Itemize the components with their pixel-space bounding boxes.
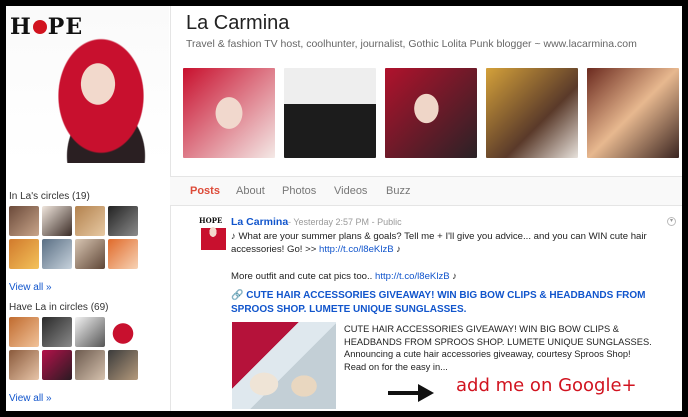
- circle-avatar[interactable]: [9, 317, 39, 347]
- circle-avatar[interactable]: [9, 350, 39, 380]
- post-author-link[interactable]: La Carmina: [231, 216, 288, 228]
- shared-link-title-text: CUTE HAIR ACCESSORIES GIVEAWAY! WIN BIG …: [231, 290, 646, 315]
- have-in-circles-label: Have La in circles (69): [9, 302, 109, 313]
- red-dot-icon: [32, 20, 47, 34]
- circle-avatar[interactable]: [42, 239, 72, 269]
- chevron-down-icon[interactable]: ▾: [667, 217, 676, 226]
- post-line-1: ♪ What are your summer plans & goals? Te…: [231, 230, 676, 256]
- circle-avatar[interactable]: [108, 350, 138, 380]
- circle-avatar[interactable]: [42, 206, 72, 236]
- post-line-2: More outfit and cute cat pics too.. http…: [231, 270, 676, 283]
- circle-avatar[interactable]: [75, 206, 105, 236]
- link-globe-icon: 🔗: [231, 290, 247, 301]
- post-line-2-suffix: ♪: [449, 271, 458, 282]
- strip-photo[interactable]: [183, 68, 275, 158]
- strip-photo[interactable]: [385, 68, 477, 158]
- post-line-2-text: More outfit and cute cat pics too..: [231, 271, 375, 282]
- have-in-circles-grid: [9, 317, 138, 380]
- photo-strip: [183, 68, 679, 158]
- circle-avatar[interactable]: [42, 350, 72, 380]
- strip-photo[interactable]: [284, 68, 376, 158]
- profile-name: La Carmina: [186, 12, 290, 34]
- post-link-1[interactable]: http://t.co/l8eKlzB: [319, 244, 394, 255]
- strip-photo[interactable]: [587, 68, 679, 158]
- profile-photo[interactable]: H PE: [6, 6, 169, 163]
- tab-buzz[interactable]: Buzz: [386, 185, 410, 197]
- meta-separator: -: [288, 217, 291, 227]
- profile-tabs: Posts About Photos Videos Buzz: [170, 176, 682, 206]
- meta-separator: -: [371, 217, 375, 227]
- post-link-2[interactable]: http://t.co/l8eKlzB: [375, 271, 450, 282]
- circle-avatar[interactable]: [42, 317, 72, 347]
- post-line-1-suffix: ♪: [393, 244, 402, 255]
- post-timestamp[interactable]: Yesterday 2:57 PM: [293, 217, 369, 227]
- profile-page: H PE In La's circles (19) View all » Have…: [6, 6, 682, 411]
- shared-link-description: CUTE HAIR ACCESSORIES GIVEAWAY! WIN BIG …: [344, 324, 652, 372]
- shared-link-thumbnail[interactable]: [232, 322, 336, 409]
- right-arrow-icon: [388, 384, 434, 402]
- in-circles-label: In La's circles (19): [9, 191, 90, 202]
- post-meta: - Yesterday 2:57 PM - Public: [288, 217, 402, 227]
- post-line-1-text: ♪ What are your summer plans & goals? Te…: [231, 231, 647, 255]
- circle-avatar[interactable]: [9, 206, 39, 236]
- view-all-in-circles-link[interactable]: View all »: [9, 282, 52, 293]
- circle-avatar[interactable]: [108, 317, 138, 347]
- circle-avatar[interactable]: [108, 206, 138, 236]
- circle-avatar[interactable]: [108, 239, 138, 269]
- tab-photos[interactable]: Photos: [282, 185, 316, 197]
- promo-text: add me on Google+: [456, 375, 637, 396]
- view-all-have-in-circles-link[interactable]: View all »: [9, 393, 52, 404]
- hope-logo: H PE: [10, 14, 84, 40]
- tab-videos[interactable]: Videos: [334, 185, 367, 197]
- tab-posts[interactable]: Posts: [190, 185, 220, 197]
- circle-avatar[interactable]: [75, 239, 105, 269]
- column-divider: [170, 6, 171, 411]
- profile-tagline: Travel & fashion TV host, coolhunter, jo…: [186, 38, 637, 50]
- shared-link-title[interactable]: 🔗 CUTE HAIR ACCESSORIES GIVEAWAY! WIN BI…: [231, 289, 661, 317]
- circle-avatar[interactable]: [75, 317, 105, 347]
- post-visibility[interactable]: Public: [377, 217, 402, 227]
- avatar-hope-logo: HOPE: [199, 216, 223, 225]
- in-circles-grid: [9, 206, 138, 269]
- tab-about[interactable]: About: [236, 185, 265, 197]
- left-column: H PE In La's circles (19) View all » Have…: [6, 6, 169, 411]
- strip-photo[interactable]: [486, 68, 578, 158]
- circle-avatar[interactable]: [9, 239, 39, 269]
- circle-avatar[interactable]: [75, 350, 105, 380]
